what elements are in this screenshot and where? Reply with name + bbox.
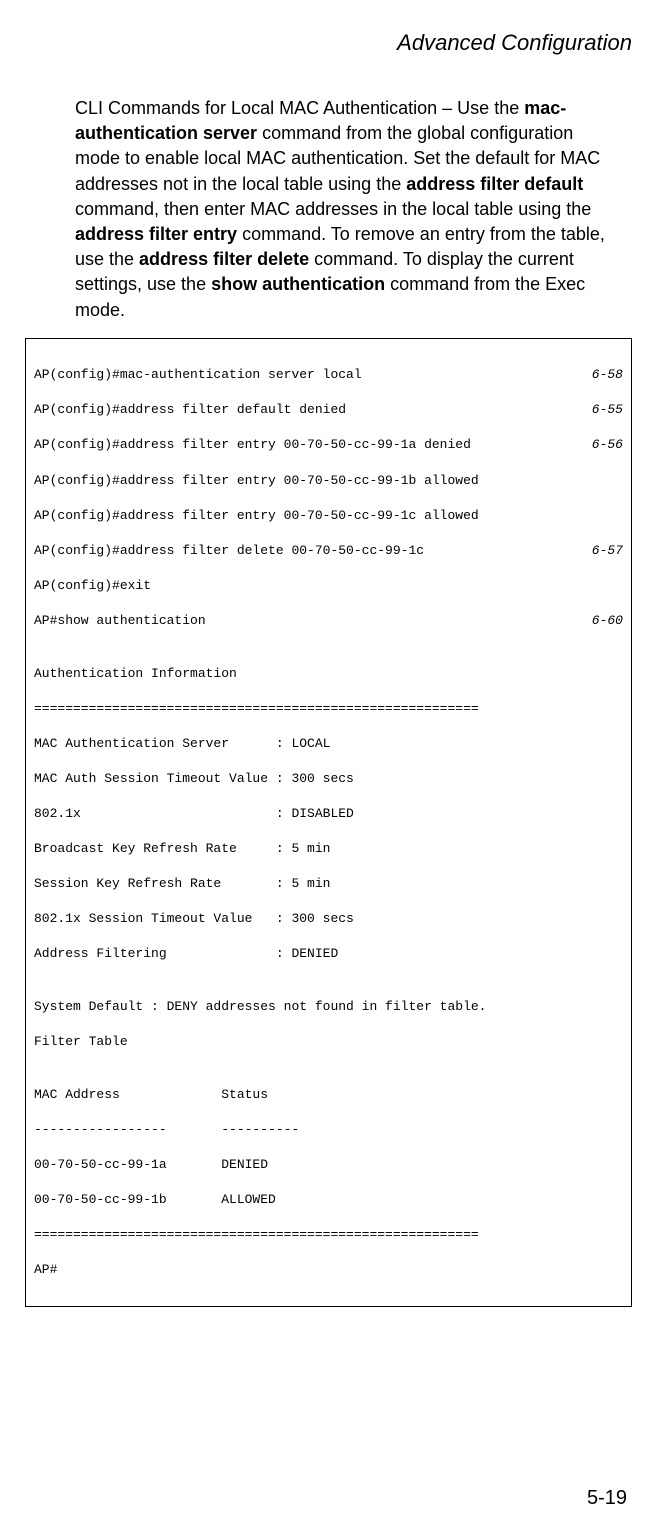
cli-output-box: AP(config)#mac-authentication server loc… bbox=[25, 338, 632, 1308]
cli-line: MAC Authentication Server : LOCAL bbox=[34, 735, 623, 753]
cmd-address-filter-delete: address filter delete bbox=[139, 249, 309, 269]
cli-line: AP(config)#mac-authentication server loc… bbox=[34, 366, 623, 384]
cli-page-ref: 6-56 bbox=[592, 436, 623, 454]
cli-line: AP(config)#address filter delete 00-70-5… bbox=[34, 542, 623, 560]
cli-line: 00-70-50-cc-99-1b ALLOWED bbox=[34, 1191, 623, 1209]
cli-line: MAC Auth Session Timeout Value : 300 sec… bbox=[34, 770, 623, 788]
cli-line: 00-70-50-cc-99-1a DENIED bbox=[34, 1156, 623, 1174]
cli-command: AP(config)#mac-authentication server loc… bbox=[34, 366, 362, 384]
cli-command: AP#show authentication bbox=[34, 612, 206, 630]
cli-line: Authentication Information bbox=[34, 665, 623, 683]
cli-command: AP(config)#address filter entry 00-70-50… bbox=[34, 436, 471, 454]
cli-page-ref: 6-60 bbox=[592, 612, 623, 630]
cli-line: Filter Table bbox=[34, 1033, 623, 1051]
cmd-address-filter-entry: address filter entry bbox=[75, 224, 237, 244]
cli-line: 802.1x : DISABLED bbox=[34, 805, 623, 823]
cli-line: System Default : DENY addresses not foun… bbox=[34, 998, 623, 1016]
cli-line: 802.1x Session Timeout Value : 300 secs bbox=[34, 910, 623, 928]
intro-paragraph: CLI Commands for Local MAC Authenticatio… bbox=[75, 96, 612, 323]
para-text-3: command, then enter MAC addresses in the… bbox=[75, 199, 591, 219]
cli-line: ========================================… bbox=[34, 700, 623, 718]
cli-line: AP(config)#address filter entry 00-70-50… bbox=[34, 436, 623, 454]
cli-line: MAC Address Status bbox=[34, 1086, 623, 1104]
cli-page-ref: 6-58 bbox=[592, 366, 623, 384]
cli-line: Session Key Refresh Rate : 5 min bbox=[34, 875, 623, 893]
cli-line: ========================================… bbox=[34, 1226, 623, 1244]
cli-page-ref: 6-57 bbox=[592, 542, 623, 560]
page-number: 5-19 bbox=[25, 1487, 632, 1510]
cli-line: AP(config)#address filter default denied… bbox=[34, 401, 623, 419]
cli-line: Address Filtering : DENIED bbox=[34, 945, 623, 963]
cli-line: AP# bbox=[34, 1261, 623, 1279]
cli-line: AP(config)#address filter entry 00-70-50… bbox=[34, 507, 623, 525]
cli-line: Broadcast Key Refresh Rate : 5 min bbox=[34, 840, 623, 858]
cli-line: ----------------- ---------- bbox=[34, 1121, 623, 1139]
cli-command: AP(config)#address filter delete 00-70-5… bbox=[34, 542, 424, 560]
cli-line: AP#show authentication 6-60 bbox=[34, 612, 623, 630]
cmd-show-authentication: show authentication bbox=[211, 274, 385, 294]
cli-page-ref: 6-55 bbox=[592, 401, 623, 419]
cli-line: AP(config)#address filter entry 00-70-50… bbox=[34, 472, 623, 490]
cli-line: AP(config)#exit bbox=[34, 577, 623, 595]
para-text-1: CLI Commands for Local MAC Authenticatio… bbox=[75, 98, 524, 118]
page-header-title: Advanced Configuration bbox=[25, 30, 632, 56]
cmd-address-filter-default: address filter default bbox=[406, 174, 583, 194]
cli-command: AP(config)#address filter default denied bbox=[34, 401, 346, 419]
